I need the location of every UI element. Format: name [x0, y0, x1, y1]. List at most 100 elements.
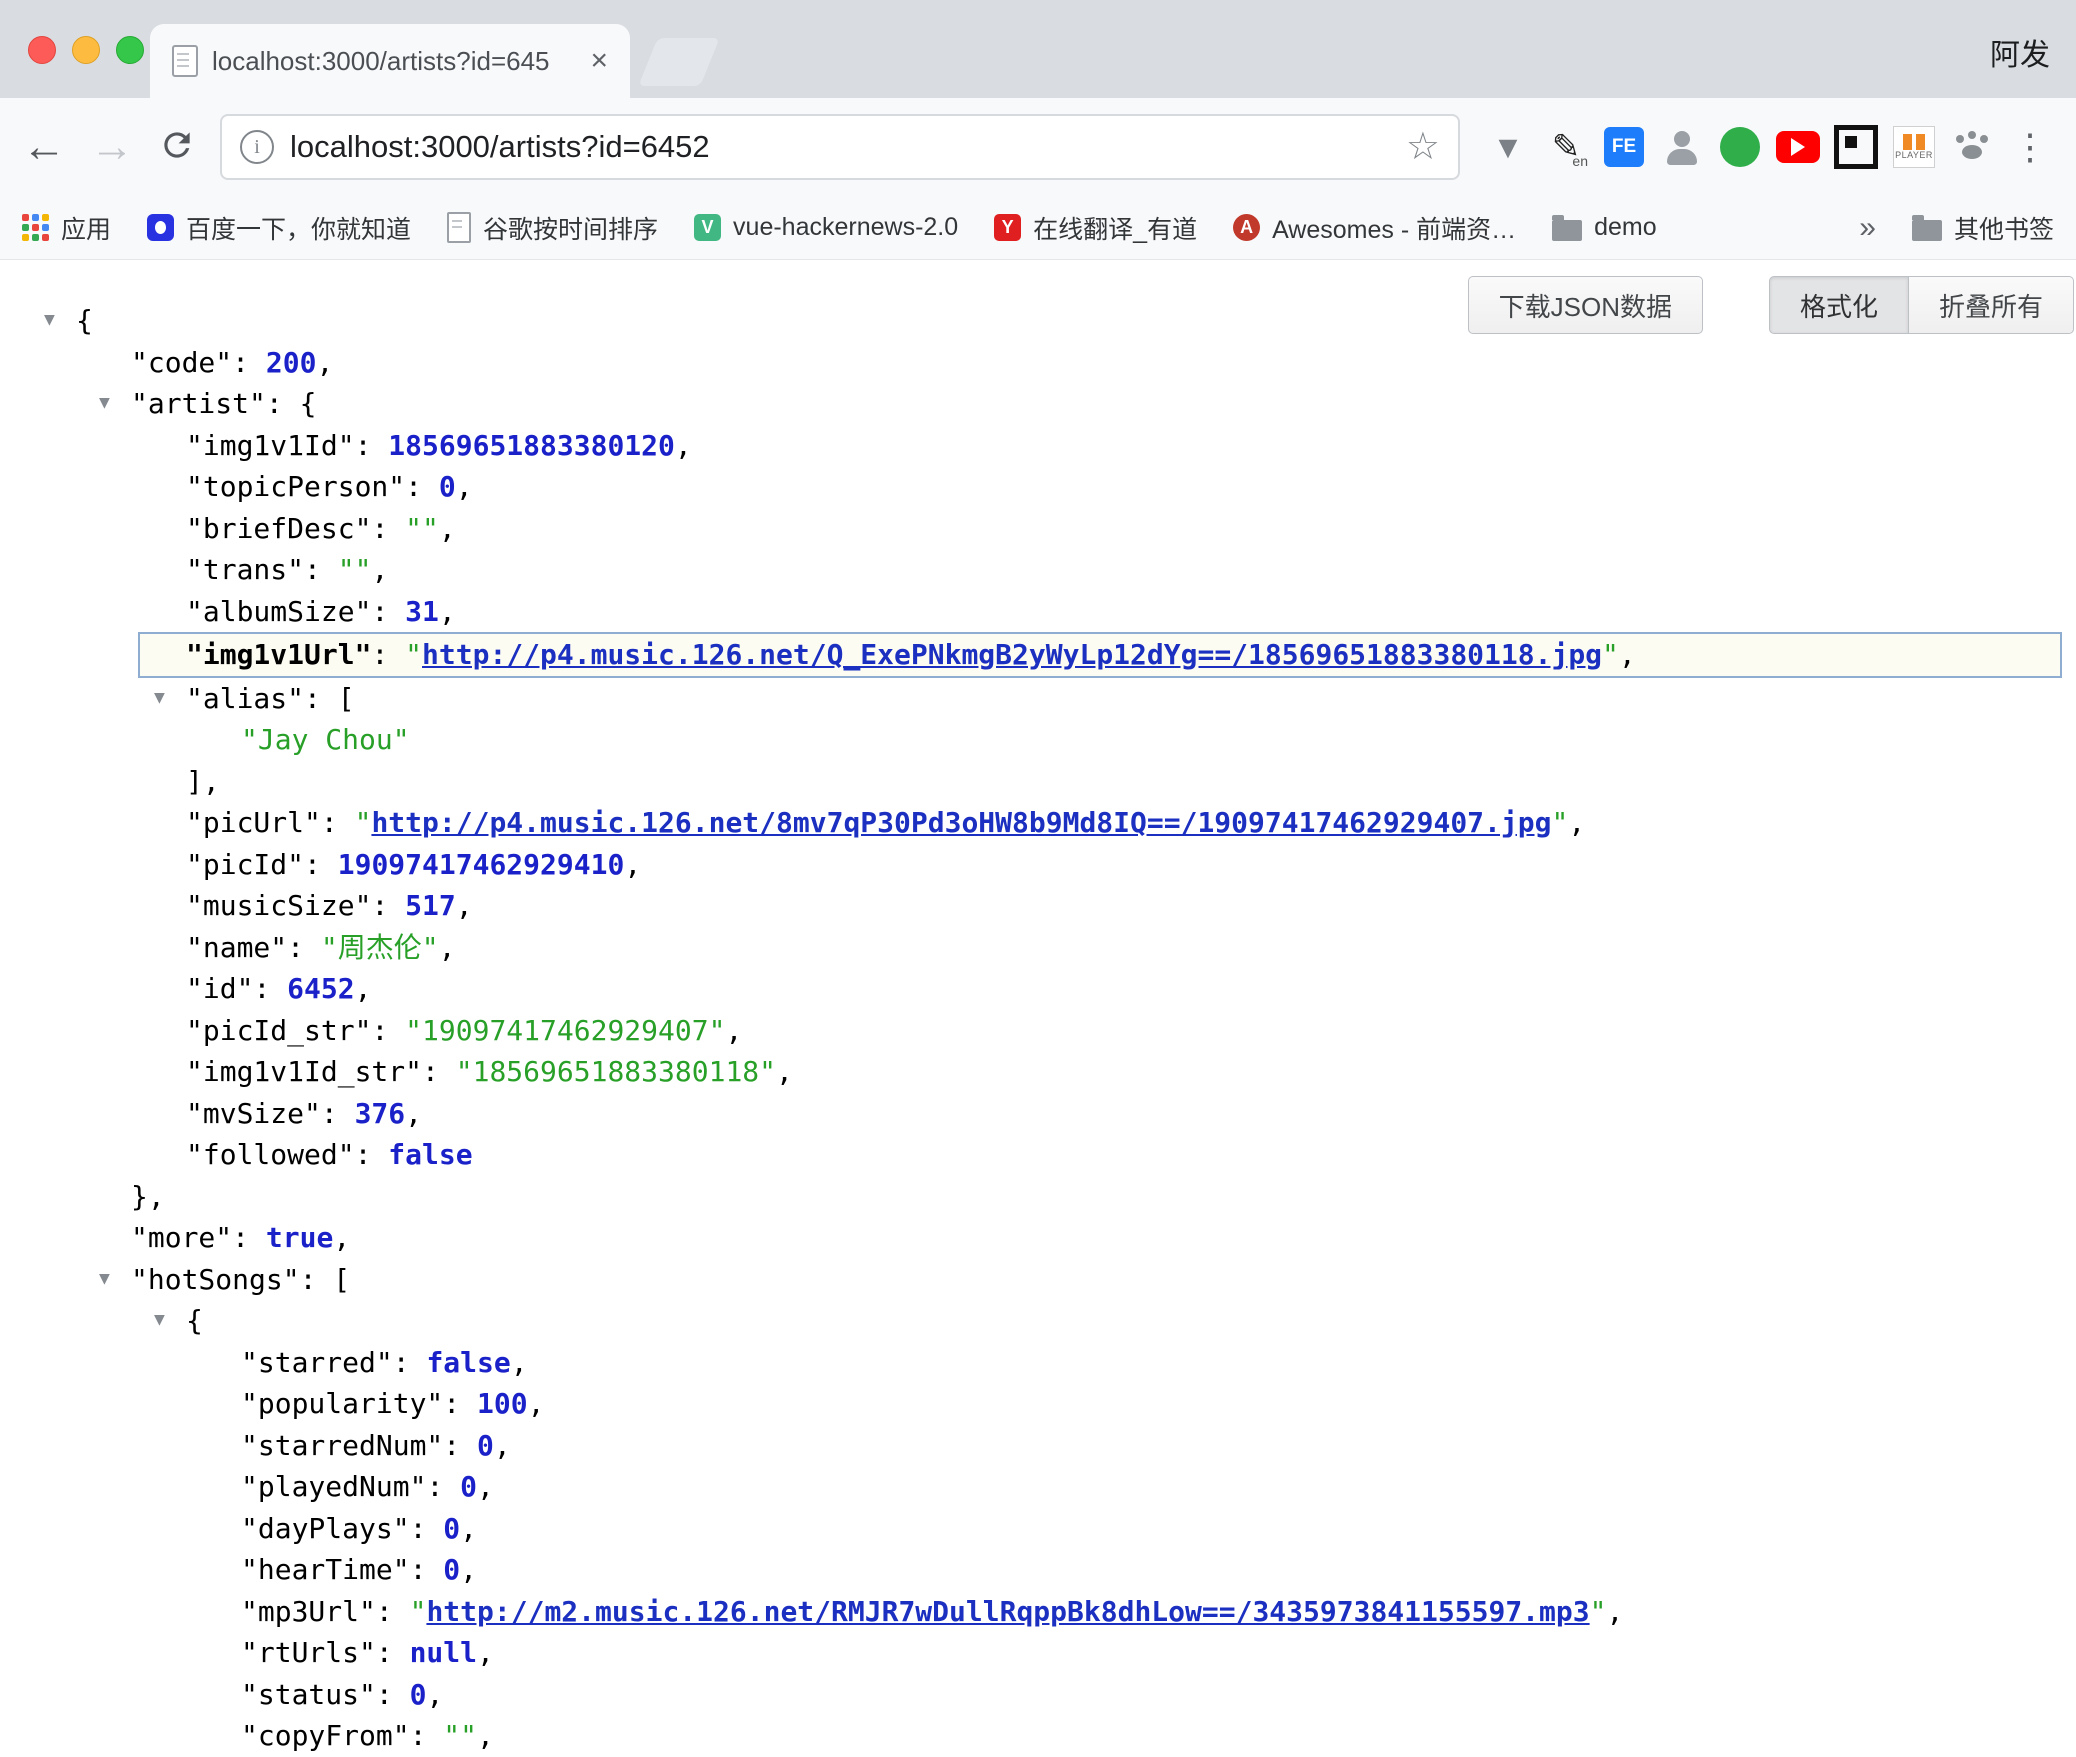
vue-icon: V: [694, 214, 721, 241]
json-line: "picUrl": "http://p4.music.126.net/8mv7q…: [0, 802, 2076, 844]
v-extension-icon[interactable]: ▼: [1484, 123, 1532, 171]
json-token: "trans": [186, 553, 304, 586]
collapse-caret-icon[interactable]: ▼: [44, 311, 55, 329]
json-line: "picId": 19097417462929410,: [0, 844, 2076, 886]
folder-icon: [1552, 220, 1582, 241]
apps-grid-icon: [22, 214, 49, 241]
bookmark-google-sort[interactable]: 谷歌按时间排序: [447, 210, 658, 246]
json-token: ,: [511, 1346, 528, 1379]
tab-close-icon[interactable]: ×: [590, 46, 608, 76]
json-token: "code": [131, 346, 232, 379]
fe-extension-icon[interactable]: FE: [1600, 123, 1648, 171]
json-token: ],: [186, 765, 220, 798]
active-tab[interactable]: localhost:3000/artists?id=645 ×: [150, 24, 630, 98]
window-zoom-button[interactable]: [116, 36, 144, 64]
collapse-caret-icon[interactable]: ▼: [154, 1311, 165, 1329]
json-token: "id": [186, 972, 253, 1005]
json-token: "musicSize": [186, 889, 371, 922]
json-token: "playedNum": [241, 1470, 426, 1503]
json-line: "topicPerson": 0,: [0, 466, 2076, 508]
bookmark-apps[interactable]: 应用: [22, 210, 111, 246]
forward-button: →: [90, 125, 134, 169]
json-token: ,: [1619, 638, 1636, 671]
reload-button[interactable]: [158, 126, 196, 169]
address-bar[interactable]: i localhost:3000/artists?id=6452 ☆: [220, 114, 1460, 180]
json-token: true: [266, 1221, 333, 1254]
qr-code-icon[interactable]: [1832, 123, 1880, 171]
json-token: ,: [528, 1387, 545, 1420]
json-token: ,: [1568, 806, 1585, 839]
json-token: "19097417462929407": [405, 1014, 725, 1047]
json-token: ,: [675, 429, 692, 462]
json-token: :: [371, 595, 405, 628]
json-token: :: [426, 1470, 460, 1503]
new-tab-button[interactable]: [638, 38, 719, 86]
window-close-button[interactable]: [28, 36, 56, 64]
json-link[interactable]: http://p4.music.126.net/8mv7qP30Pd3oHW8b…: [371, 806, 1551, 839]
json-line: "starred": false,: [0, 1342, 2076, 1384]
json-token: "more": [131, 1221, 232, 1254]
json-token: :: [321, 806, 355, 839]
json-line: "id": 6452,: [0, 968, 2076, 1010]
json-token: ,: [624, 848, 641, 881]
youtube-icon[interactable]: [1774, 123, 1822, 171]
json-line: "Jay Chou": [0, 719, 2076, 761]
json-line: "followed": false: [0, 1134, 2076, 1176]
json-token: "img1v1Url": [186, 638, 371, 671]
bookmark-star-icon[interactable]: ☆: [1406, 128, 1440, 166]
json-token: [: [333, 1263, 350, 1296]
window-minimize-button[interactable]: [72, 36, 100, 64]
bookmark-demo-folder[interactable]: demo: [1552, 213, 1657, 242]
json-token: "Jay Chou": [241, 723, 410, 756]
json-token: 6452: [287, 972, 354, 1005]
overflow-menu-icon[interactable]: ⋮: [2006, 129, 2054, 165]
json-token: "hearTime": [241, 1553, 410, 1586]
json-line: "mp3Url": "http://m2.music.126.net/RMJR7…: [0, 1591, 2076, 1633]
translate-pen-icon[interactable]: ✎en: [1542, 123, 1590, 171]
json-token: :: [443, 1387, 477, 1420]
green-bear-extension-icon[interactable]: [1716, 123, 1764, 171]
json-link[interactable]: http://p4.music.126.net/Q_ExePNkmgB2yWyL…: [422, 638, 1602, 671]
json-token: :: [232, 346, 266, 379]
json-token: [: [338, 682, 355, 715]
json-token: "": [338, 553, 372, 586]
page-info-icon[interactable]: i: [240, 130, 274, 164]
page-favicon-icon: [172, 45, 198, 77]
json-token: ,: [477, 1636, 494, 1669]
json-token: ,: [439, 931, 456, 964]
json-token: 0: [460, 1470, 477, 1503]
json-token: :: [405, 470, 439, 503]
json-token: ,: [405, 1097, 422, 1130]
json-token: null: [410, 1636, 477, 1669]
collapse-caret-icon[interactable]: ▼: [154, 689, 165, 707]
json-token: 200: [266, 346, 317, 379]
json-token: ,: [439, 595, 456, 628]
awesomes-icon: A: [1233, 214, 1260, 241]
chrome-profile-name[interactable]: 阿发: [1990, 30, 2050, 74]
paw-extension-icon[interactable]: [1948, 123, 1996, 171]
json-token: ,: [333, 1221, 350, 1254]
json-token: "": [405, 512, 439, 545]
collapse-caret-icon[interactable]: ▼: [99, 1270, 110, 1288]
player-extension-icon[interactable]: PLAYER: [1890, 123, 1938, 171]
bookmark-baidu[interactable]: 百度一下，你就知道: [147, 210, 411, 246]
bookmark-awesomes[interactable]: A Awesomes - 前端资…: [1233, 210, 1516, 246]
json-line: ],: [0, 761, 2076, 803]
back-button[interactable]: ←: [22, 125, 66, 169]
url-text[interactable]: localhost:3000/artists?id=6452: [290, 129, 1390, 165]
json-token: "mp3Url": [241, 1595, 376, 1628]
json-line: ▼"alias": [: [0, 678, 2076, 720]
json-token: ,: [371, 553, 388, 586]
profile-person-icon[interactable]: [1658, 123, 1706, 171]
json-token: :: [410, 1553, 444, 1586]
bookmark-youdao-translate[interactable]: Y 在线翻译_有道: [994, 210, 1197, 246]
browser-window: localhost:3000/artists?id=645 × 阿发 ← → i…: [0, 0, 2076, 1754]
collapse-caret-icon[interactable]: ▼: [99, 394, 110, 412]
json-line: "popularity": 100,: [0, 1383, 2076, 1425]
bookmark-vue-hackernews[interactable]: V vue-hackernews-2.0: [694, 213, 958, 242]
json-token: "copyFrom": [241, 1719, 410, 1752]
other-bookmarks-folder[interactable]: 其他书签: [1912, 210, 2054, 246]
bookmarks-overflow-chevron[interactable]: »: [1859, 211, 1876, 245]
json-link[interactable]: http://m2.music.126.net/RMJR7wDullRqppBk…: [426, 1595, 1589, 1628]
json-line: "status": 0,: [0, 1674, 2076, 1716]
